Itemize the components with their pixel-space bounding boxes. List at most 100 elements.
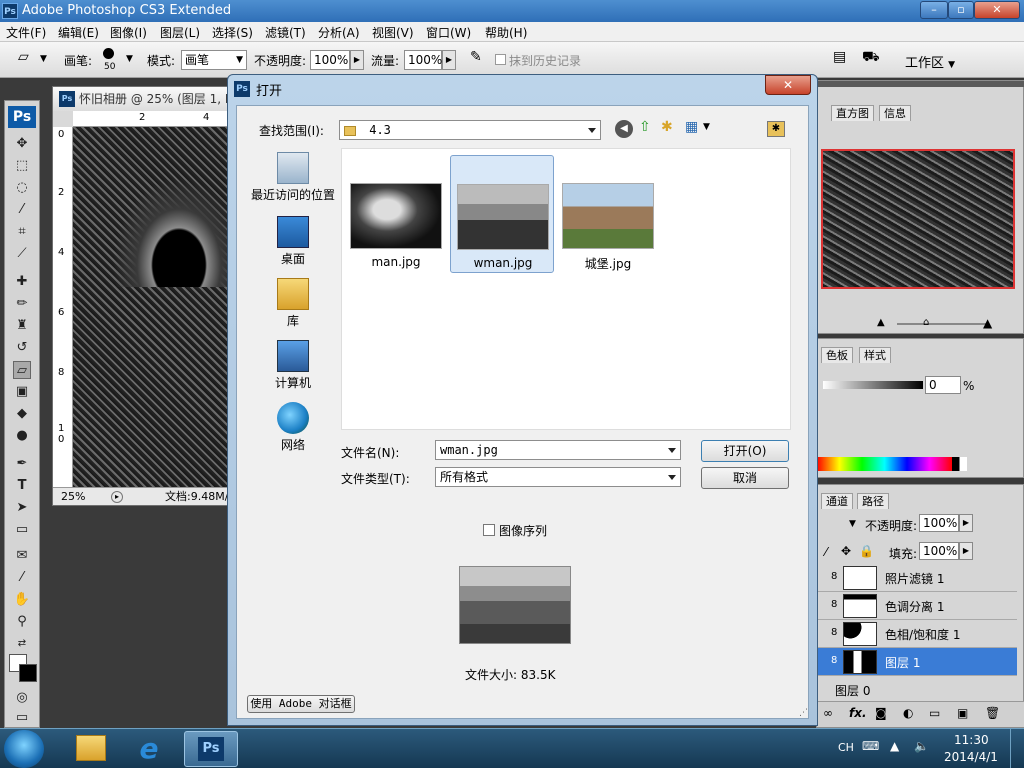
history-brush-tool-icon[interactable]: ↺ bbox=[13, 339, 31, 357]
menu-window[interactable]: 窗口(W) bbox=[426, 24, 471, 41]
place-network[interactable]: 网络 bbox=[247, 402, 339, 453]
volume-icon[interactable]: 🔈 bbox=[914, 739, 929, 753]
layer-row-selected[interactable]: 8 图层 1 bbox=[817, 648, 1017, 676]
file-item[interactable]: 城堡.jpg bbox=[556, 155, 660, 273]
palette-well-icon[interactable]: ▤ bbox=[833, 49, 846, 65]
delete-layer-icon[interactable]: 🗑 bbox=[985, 706, 1000, 720]
keyboard-icon[interactable]: ⌨ bbox=[862, 739, 879, 753]
input-language[interactable]: CH bbox=[838, 741, 854, 754]
bridge-folder-icon[interactable]: ✱ bbox=[767, 121, 785, 137]
healing-brush-tool-icon[interactable]: ✚ bbox=[13, 273, 31, 291]
cancel-button[interactable]: 取消 bbox=[701, 467, 789, 489]
flow-slider-button[interactable]: ▶ bbox=[442, 50, 456, 70]
layer-row[interactable]: 8 色调分离 1 bbox=[817, 592, 1017, 620]
up-folder-icon[interactable]: ⇧ bbox=[639, 119, 651, 135]
tab-swatches[interactable]: 色板 bbox=[821, 347, 853, 363]
link-layers-icon[interactable]: ∞ bbox=[823, 706, 833, 720]
layer-opacity-input[interactable]: 100% bbox=[919, 514, 959, 532]
move-tool-icon[interactable]: ✥ bbox=[13, 135, 31, 153]
use-adobe-dialog-button[interactable]: 使用 Adobe 对话框 bbox=[247, 695, 355, 713]
menu-filter[interactable]: 滤镜(T) bbox=[265, 24, 306, 41]
blur-tool-icon[interactable]: ◆ bbox=[13, 405, 31, 423]
back-icon[interactable]: ◀ bbox=[615, 120, 633, 138]
view-menu-icon[interactable]: ▦ bbox=[685, 119, 698, 135]
clock-time[interactable]: 11:30 bbox=[954, 733, 989, 747]
airbrush-icon[interactable]: ✎ bbox=[470, 49, 482, 65]
document-title[interactable]: 怀旧相册 @ 25% (图层 1, R bbox=[53, 87, 231, 111]
layer-row[interactable]: 图层 0 bbox=[817, 676, 1017, 704]
photoshop-taskbar-button[interactable]: Ps bbox=[184, 731, 238, 767]
erase-to-history-checkbox[interactable] bbox=[495, 54, 506, 65]
clone-stamp-tool-icon[interactable]: ♜ bbox=[13, 317, 31, 335]
pen-tool-icon[interactable]: ✒ bbox=[13, 455, 31, 473]
navigator-zoom-slider[interactable] bbox=[897, 323, 987, 325]
color-value-input[interactable]: 0 bbox=[925, 376, 961, 394]
layer-row[interactable]: 8 照片滤镜 1 bbox=[817, 564, 1017, 592]
status-menu-icon[interactable]: ▸ bbox=[111, 491, 123, 503]
fill-slider-button[interactable]: ▶ bbox=[959, 542, 973, 560]
color-slider[interactable] bbox=[823, 381, 923, 389]
file-item[interactable]: man.jpg bbox=[344, 155, 448, 273]
open-button[interactable]: 打开(O) bbox=[701, 440, 789, 462]
tab-histogram[interactable]: 直方图 bbox=[831, 105, 874, 121]
dodge-tool-icon[interactable]: ● bbox=[13, 427, 31, 445]
new-folder-icon[interactable]: ✱ bbox=[661, 119, 673, 135]
type-tool-icon[interactable]: T bbox=[13, 477, 31, 495]
new-layer-icon[interactable]: ▣ bbox=[957, 706, 968, 720]
menu-help[interactable]: 帮助(H) bbox=[485, 24, 527, 41]
place-computer[interactable]: 计算机 bbox=[247, 340, 339, 391]
brush-preview-icon[interactable] bbox=[103, 48, 114, 59]
app-close-button[interactable]: ✕ bbox=[974, 1, 1020, 19]
new-group-icon[interactable]: ▭ bbox=[929, 706, 940, 720]
clock-date[interactable]: 2014/4/1 bbox=[944, 750, 998, 764]
ie-taskbar-button[interactable]: e bbox=[122, 731, 176, 767]
blend-mode-dropdown-icon[interactable]: ▼ bbox=[849, 519, 856, 529]
place-libraries[interactable]: 库 bbox=[247, 278, 339, 329]
brush-dropdown-arrow-icon[interactable]: ▼ bbox=[126, 54, 133, 64]
tab-info[interactable]: 信息 bbox=[879, 105, 911, 121]
tab-paths[interactable]: 路径 bbox=[857, 493, 889, 509]
workspace-menu[interactable]: 工作区 ▼ bbox=[905, 52, 955, 71]
adjustment-layer-icon[interactable]: ◐ bbox=[903, 706, 913, 720]
mode-select[interactable]: 画笔 ▼ bbox=[181, 50, 247, 70]
image-sequence-checkbox[interactable] bbox=[483, 524, 495, 536]
screen-mode-icon[interactable]: ▭ bbox=[13, 709, 31, 727]
swap-colors-icon[interactable]: ⇄ bbox=[13, 635, 31, 653]
marquee-tool-icon[interactable]: ⬚ bbox=[13, 157, 31, 175]
eyedropper-tool-icon[interactable]: ⁄ bbox=[13, 569, 31, 587]
network-tray-icon[interactable]: ▲ bbox=[890, 739, 899, 753]
menu-file[interactable]: 文件(F) bbox=[6, 24, 46, 41]
quick-mask-icon[interactable]: ◎ bbox=[13, 689, 31, 707]
minimize-button[interactable]: – bbox=[920, 1, 948, 19]
background-color-swatch[interactable] bbox=[19, 664, 37, 682]
look-in-select[interactable]: 4.3 bbox=[339, 120, 601, 140]
menu-analysis[interactable]: 分析(A) bbox=[318, 24, 360, 41]
tab-channels[interactable]: 通道 bbox=[821, 493, 853, 509]
zoom-level[interactable]: 25% bbox=[61, 488, 85, 506]
place-desktop[interactable]: 桌面 bbox=[247, 216, 339, 267]
eraser-tool-button-icon[interactable]: ▱ bbox=[13, 361, 31, 379]
filename-input[interactable]: wman.jpg bbox=[435, 440, 681, 460]
start-button[interactable] bbox=[4, 730, 44, 768]
resize-grip-icon[interactable]: ⋰ bbox=[799, 708, 808, 718]
lock-pixels-icon[interactable]: ⁄ bbox=[825, 545, 827, 559]
menu-image[interactable]: 图像(I) bbox=[110, 24, 147, 41]
layer-style-button[interactable]: fx. bbox=[849, 706, 867, 720]
lock-all-icon[interactable]: 🔒 bbox=[859, 544, 874, 558]
flow-input[interactable]: 100% bbox=[404, 50, 442, 70]
color-spectrum-ramp[interactable] bbox=[817, 457, 967, 471]
eraser-tool-icon[interactable]: ▱ bbox=[18, 49, 29, 65]
menu-edit[interactable]: 编辑(E) bbox=[58, 24, 99, 41]
zoom-tool-icon[interactable]: ⚲ bbox=[13, 613, 31, 631]
rectangle-tool-icon[interactable]: ▭ bbox=[13, 521, 31, 539]
zoom-in-icon[interactable]: ▲ bbox=[983, 316, 992, 330]
document-canvas[interactable] bbox=[73, 127, 233, 487]
slider-thumb-icon[interactable]: ⌂ bbox=[923, 317, 929, 328]
lock-position-icon[interactable]: ✥ bbox=[841, 544, 851, 558]
path-selection-tool-icon[interactable]: ➤ bbox=[13, 499, 31, 517]
lasso-tool-icon[interactable]: ◌ bbox=[13, 179, 31, 197]
navigator-preview[interactable] bbox=[821, 149, 1015, 289]
dialog-close-button[interactable]: ✕ bbox=[765, 75, 811, 95]
crop-tool-icon[interactable]: ⌗ bbox=[13, 223, 31, 241]
restore-button[interactable]: ▫ bbox=[948, 1, 974, 19]
